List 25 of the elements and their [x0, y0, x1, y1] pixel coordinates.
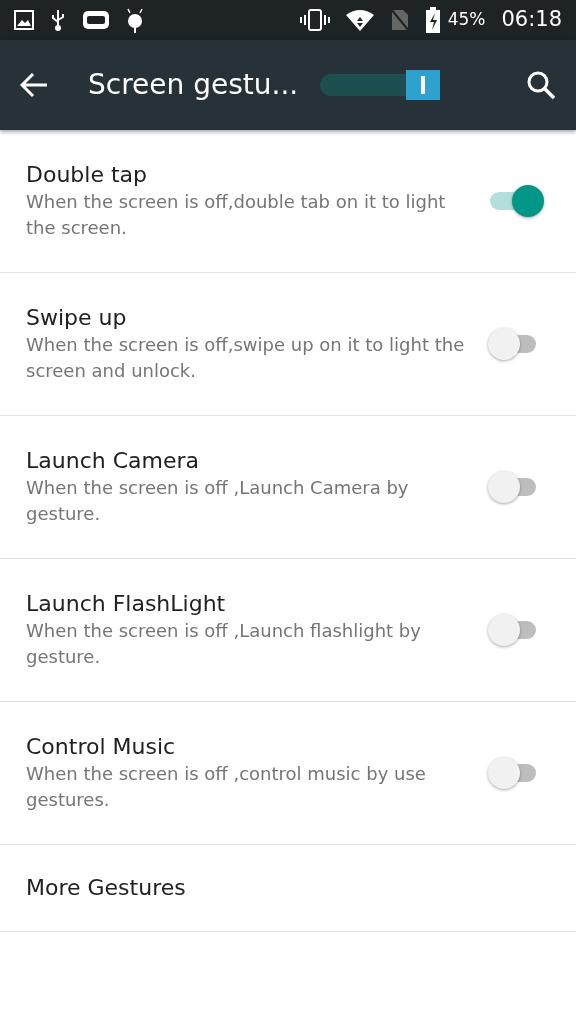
battery-icon [425, 7, 440, 33]
setting-description: When the screen is off ,Launch Camera by gesture. [26, 476, 410, 527]
setting-title: Swipe up [26, 303, 128, 332]
image-icon [14, 10, 34, 30]
usb-icon [50, 8, 66, 32]
master-switch[interactable] [320, 70, 441, 100]
clock: 06:18 [501, 6, 562, 34]
setting-description: When the screen is off ,Launch flashlight by gesture. [26, 619, 422, 670]
setting-title: Control Music [26, 732, 177, 761]
more-gestures-item[interactable]: More Gestures [0, 845, 576, 932]
setting-description: When the screen is off ,control music by use gestures. [26, 762, 427, 813]
no-sim-icon [389, 8, 410, 32]
setting-description: When the screen is off,swipe up on it to light the screen and unlock. [26, 333, 466, 384]
setting-description: When the screen is off,double tab on it to light the screen. [26, 190, 447, 241]
app-icon [82, 10, 110, 30]
search-icon[interactable] [526, 70, 556, 100]
battery-level: 45% [447, 8, 486, 32]
setting-title: Launch FlashLight [26, 589, 227, 618]
wifi-icon [345, 9, 374, 31]
vibrate-icon [299, 9, 330, 31]
setting-title: Double tap [26, 160, 149, 189]
setting-title: Launch Camera [26, 446, 200, 475]
screen-title: Screen gestu... [88, 67, 299, 103]
back-icon[interactable] [20, 72, 48, 98]
android-icon [126, 7, 144, 33]
